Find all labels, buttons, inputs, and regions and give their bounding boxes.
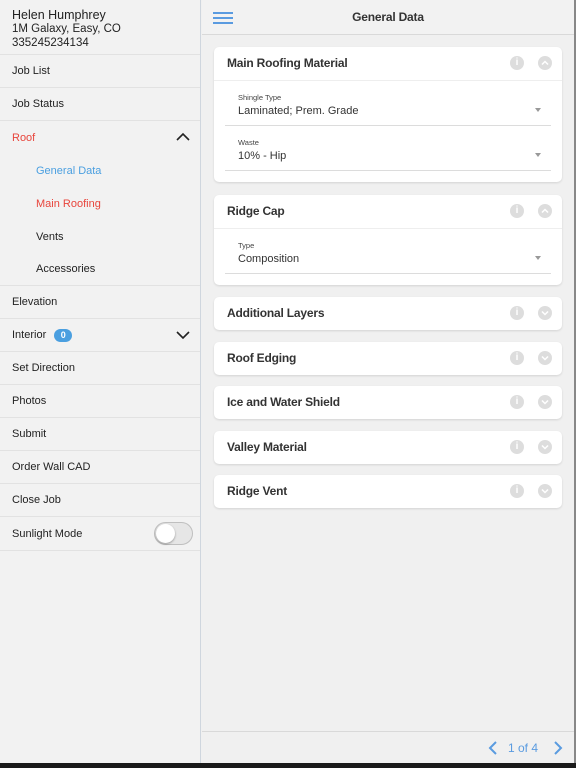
sidebar-item-elevation[interactable]: Elevation [0, 286, 200, 319]
section-card: Ridge Cap i Type Composition [214, 195, 562, 285]
section-header[interactable]: Additional Layers i [214, 297, 562, 330]
sidebar-item-roof[interactable]: Roof [0, 121, 200, 154]
user-address: 1M Galaxy, Easy, CO [12, 23, 121, 35]
waste-select[interactable]: Waste 10% - Hip [225, 126, 551, 171]
section-title: Ice and Water Shield [227, 395, 340, 409]
chevron-up-icon[interactable] [538, 204, 552, 218]
section-title: Additional Layers [227, 306, 325, 320]
dropdown-arrow-icon [535, 256, 541, 260]
toggle-knob [156, 524, 175, 543]
sidebar-item-order-wall-cad[interactable]: Order Wall CAD [0, 451, 200, 484]
chevron-up-icon[interactable] [175, 129, 191, 145]
sidebar-item-label: Sunlight Mode [12, 527, 83, 540]
section-card-collapsed[interactable]: Ice and Water Shield i [214, 386, 562, 419]
section-title: Roof Edging [227, 351, 297, 365]
sidebar: Helen Humphrey 1M Galaxy, Easy, CO 33524… [0, 0, 201, 763]
section-title: Ridge Vent [227, 484, 288, 498]
top-bar: General Data [202, 0, 574, 35]
sidebar-item-interior[interactable]: Interior 0 [0, 319, 200, 352]
user-info: Helen Humphrey 1M Galaxy, Easy, CO 33524… [0, 0, 200, 55]
section-body: Shingle Type Laminated; Prem. Grade Wast… [214, 80, 562, 171]
field-value: Composition [238, 253, 300, 265]
chevron-down-icon[interactable] [175, 327, 191, 343]
sidebar-item-label: Order Wall CAD [12, 461, 91, 473]
main-panel: General Data Main Roofing Material i Shi… [202, 0, 574, 763]
dropdown-arrow-icon [535, 153, 541, 157]
count-badge: 0 [54, 328, 73, 342]
sidebar-subitem-accessories[interactable]: Accessories [0, 253, 200, 286]
chevron-down-icon[interactable] [538, 440, 552, 454]
sidebar-item-label: Set Direction [12, 362, 75, 374]
field-value: 10% - Hip [238, 150, 287, 162]
app-window: Helen Humphrey 1M Galaxy, Easy, CO 33524… [0, 0, 576, 763]
page-title: General Data [352, 10, 424, 24]
sidebar-item-label: Elevation [12, 296, 58, 308]
section-card-collapsed[interactable]: Additional Layers i [214, 297, 562, 330]
info-icon[interactable]: i [510, 351, 524, 365]
info-icon[interactable]: i [510, 440, 524, 454]
info-icon[interactable]: i [510, 395, 524, 409]
section-title: Main Roofing Material [227, 56, 348, 70]
chevron-down-icon[interactable] [538, 351, 552, 365]
section-body: Type Composition [214, 228, 562, 274]
sidebar-item-sunlight-mode: Sunlight Mode [0, 517, 200, 551]
section-header[interactable]: Ridge Vent i [214, 475, 562, 508]
sidebar-item-label: Accessories [36, 263, 96, 275]
sidebar-item-label: Job List [12, 65, 50, 77]
sidebar-item-label: Submit [12, 428, 47, 440]
sidebar-subitem-vents[interactable]: Vents [0, 220, 200, 253]
sidebar-item-close-job[interactable]: Close Job [0, 484, 200, 517]
sidebar-item-photos[interactable]: Photos [0, 385, 200, 418]
page-indicator: 1 of 4 [508, 741, 539, 755]
chevron-down-icon[interactable] [538, 306, 552, 320]
sidebar-item-label: Photos [12, 395, 47, 407]
section-card-collapsed[interactable]: Ridge Vent i [214, 475, 562, 508]
sidebar-item-label: Roof [12, 131, 36, 144]
info-icon[interactable]: i [510, 56, 524, 70]
dropdown-arrow-icon [535, 108, 541, 112]
chevron-left-icon[interactable] [488, 741, 498, 755]
field-label: Waste [238, 138, 259, 147]
sidebar-item-label: Main Roofing [36, 197, 101, 210]
sidebar-item-label: Job Status [12, 98, 64, 110]
shingle-type-select[interactable]: Shingle Type Laminated; Prem. Grade [225, 81, 551, 126]
section-card-collapsed[interactable]: Valley Material i [214, 431, 562, 464]
user-phone: 335245234134 [12, 37, 89, 49]
section-header[interactable]: Ice and Water Shield i [214, 386, 562, 419]
chevron-down-icon[interactable] [538, 395, 552, 409]
sidebar-item-label: Interior [12, 329, 47, 341]
ridge-cap-type-select[interactable]: Type Composition [225, 229, 551, 274]
chevron-down-icon[interactable] [538, 484, 552, 498]
chevron-right-icon[interactable] [553, 741, 563, 755]
field-label: Shingle Type [238, 93, 282, 102]
sidebar-item-submit[interactable]: Submit [0, 418, 200, 451]
sidebar-item-label: Close Job [12, 494, 61, 506]
section-header[interactable]: Valley Material i [214, 431, 562, 464]
section-title: Ridge Cap [227, 204, 285, 218]
sidebar-subitem-general-data[interactable]: General Data [0, 154, 200, 187]
sidebar-item-job-list[interactable]: Job List [0, 55, 200, 88]
sidebar-item-set-direction[interactable]: Set Direction [0, 352, 200, 385]
section-card-collapsed[interactable]: Roof Edging i [214, 342, 562, 375]
info-icon[interactable]: i [510, 306, 524, 320]
info-icon[interactable]: i [510, 484, 524, 498]
section-card: Main Roofing Material i Shingle Type Lam… [214, 47, 562, 182]
field-value: Laminated; Prem. Grade [238, 105, 359, 117]
pager-footer: 1 of 4 [202, 731, 574, 763]
section-header[interactable]: Ridge Cap i [214, 195, 562, 228]
user-name: Helen Humphrey [12, 8, 106, 22]
section-title: Valley Material [227, 440, 307, 454]
section-header[interactable]: Main Roofing Material i [214, 47, 562, 80]
field-label: Type [238, 241, 255, 250]
sidebar-item-job-status[interactable]: Job Status [0, 88, 200, 121]
chevron-up-icon[interactable] [538, 56, 552, 70]
sidebar-item-label: Vents [36, 230, 64, 243]
info-icon[interactable]: i [510, 204, 524, 218]
section-header[interactable]: Roof Edging i [214, 342, 562, 375]
sunlight-mode-toggle[interactable] [154, 522, 193, 545]
sidebar-subitem-main-roofing[interactable]: Main Roofing [0, 187, 200, 220]
sidebar-item-label: General Data [36, 164, 102, 177]
